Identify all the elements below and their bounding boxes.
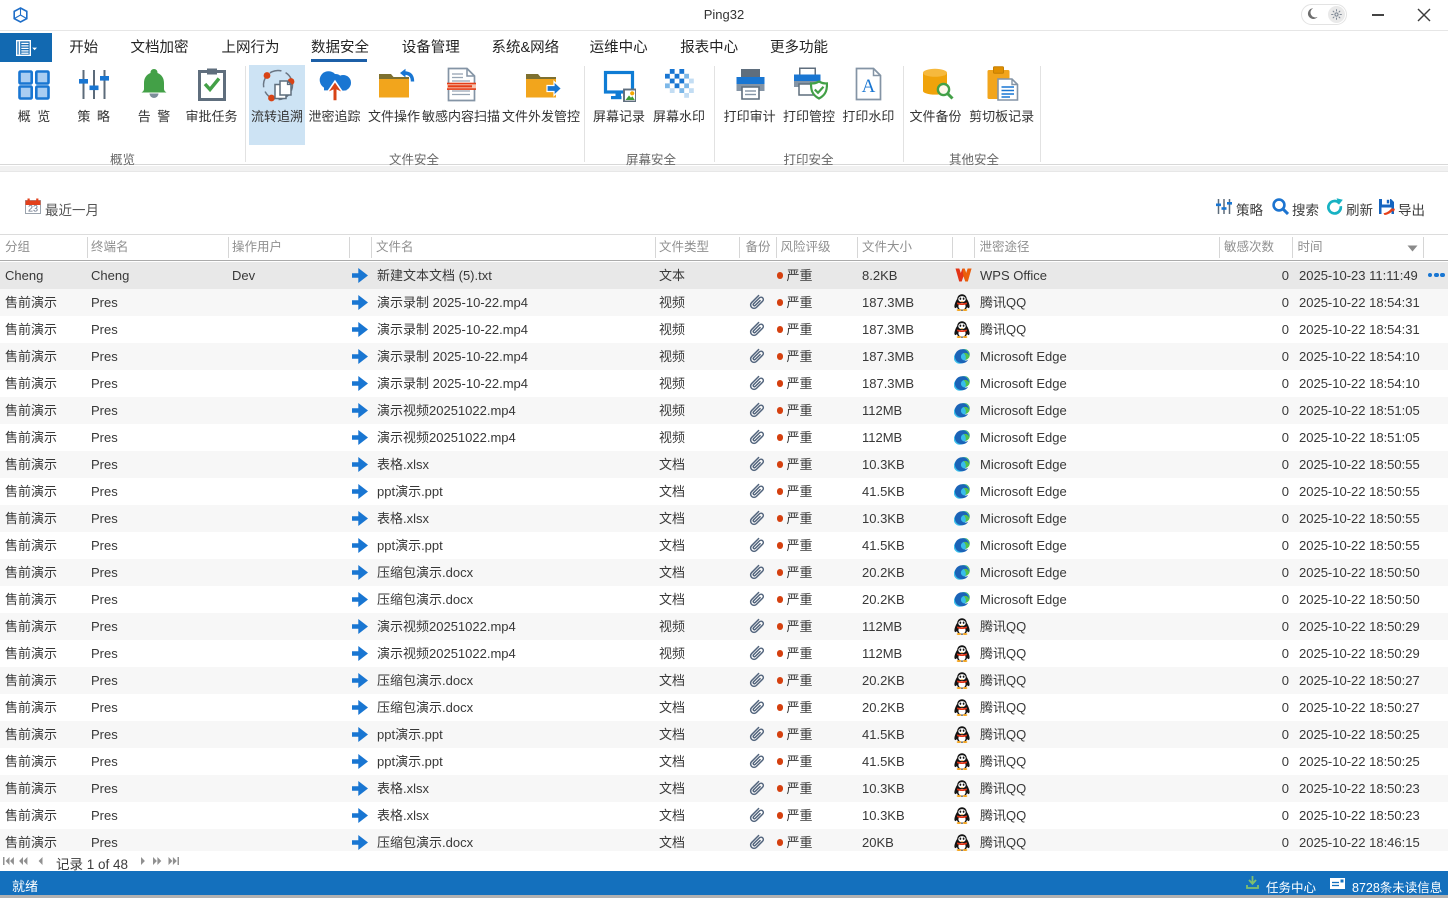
svg-text:23: 23 [28, 204, 38, 214]
svg-text:A: A [862, 76, 876, 97]
